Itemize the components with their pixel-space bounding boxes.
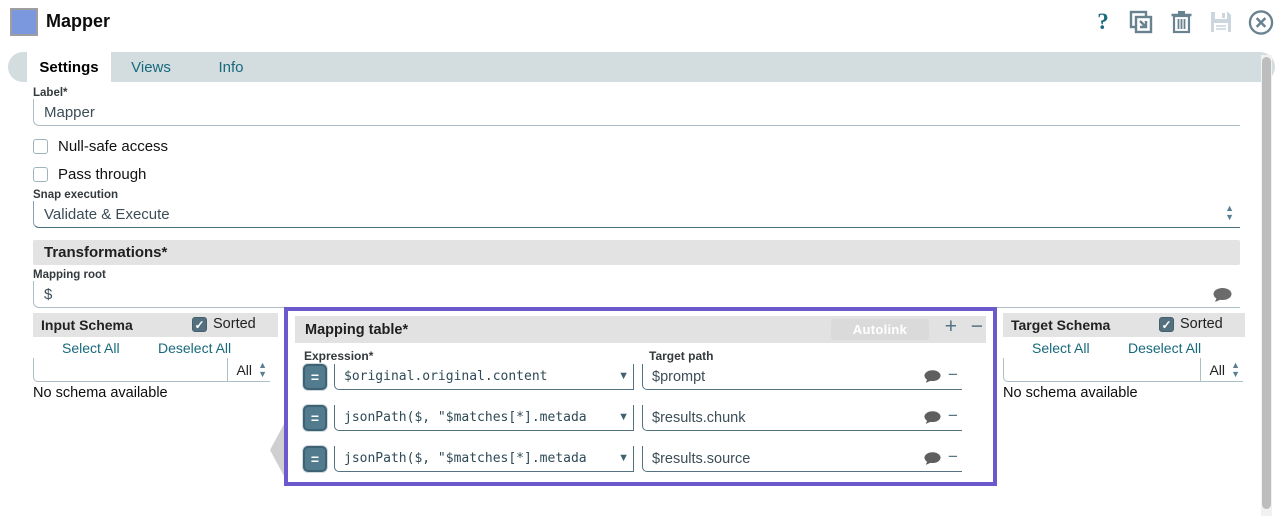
delete-row-icon[interactable]: − — [948, 447, 958, 467]
target-schema-empty-text: No schema available — [1003, 385, 1138, 401]
snap-execution-value[interactable] — [34, 206, 1240, 223]
mapping-table-title: Mapping table* — [305, 322, 408, 338]
autolink-button[interactable]: Autolink — [831, 319, 929, 340]
target-path-input[interactable] — [643, 364, 962, 389]
expression-input[interactable] — [335, 405, 633, 430]
expression-field: ▼ — [334, 405, 634, 431]
pass-through-checkbox[interactable] — [33, 167, 48, 182]
select-spinner-icon[interactable]: ▲▼ — [1225, 204, 1234, 222]
expression-dropdown-icon[interactable]: ▼ — [618, 411, 629, 423]
target-path-field — [642, 446, 962, 472]
snap-settings-dialog: Mapper ? — [0, 0, 1284, 516]
suggest-bubble-icon[interactable] — [1213, 288, 1232, 303]
add-row-button[interactable]: + — [945, 315, 957, 339]
tab-bar: Settings Views Info — [8, 52, 1275, 82]
input-select-all-link[interactable]: Select All — [62, 340, 120, 356]
target-schema-filter-input[interactable] — [1004, 362, 1200, 378]
help-icon[interactable]: ? — [1090, 9, 1116, 35]
expression-dropdown-icon[interactable]: ▼ — [618, 452, 629, 464]
input-schema-filter: All ▲▼ — [33, 358, 270, 382]
export-icon[interactable] — [1128, 9, 1154, 35]
suggest-bubble-icon[interactable] — [924, 452, 941, 466]
input-sorted-label: Sorted — [213, 316, 256, 332]
snap-execution-caption: Snap execution — [33, 189, 118, 201]
mapping-root-input[interactable] — [34, 286, 1240, 303]
input-schema-title: Input Schema — [41, 317, 133, 333]
expression-toggle-button[interactable]: = — [303, 364, 327, 390]
mapping-row: = ▼ − — [288, 405, 993, 432]
vertical-scrollbar[interactable] — [1261, 55, 1272, 516]
target-sorted-checkbox[interactable]: ✓ — [1159, 317, 1174, 332]
target-path-input[interactable] — [643, 446, 962, 471]
expression-dropdown-icon[interactable]: ▼ — [618, 370, 629, 382]
trash-icon[interactable] — [1168, 9, 1194, 35]
input-deselect-all-link[interactable]: Deselect All — [158, 340, 231, 356]
null-safe-checkbox[interactable] — [33, 139, 48, 154]
target-sorted-label: Sorted — [1180, 316, 1223, 332]
delete-row-icon[interactable]: − — [948, 406, 958, 426]
remove-row-button[interactable]: − — [971, 315, 983, 339]
suggest-bubble-icon[interactable] — [924, 370, 941, 384]
target-schema-filter-dropdown[interactable]: All ▲▼ — [1200, 358, 1243, 381]
expression-toggle-button[interactable]: = — [303, 405, 327, 431]
expression-column-header: Expression* — [304, 349, 373, 363]
suggest-bubble-icon[interactable] — [924, 411, 941, 425]
target-schema-header: Target Schema ✓ Sorted — [1003, 313, 1245, 337]
target-path-field — [642, 405, 962, 431]
save-icon[interactable] — [1208, 9, 1234, 35]
expression-toggle-button[interactable]: = — [303, 446, 327, 472]
input-schema-filter-input[interactable] — [34, 362, 227, 378]
filter-spinner-icon[interactable]: ▲▼ — [1231, 361, 1240, 379]
input-schema-filter-dropdown[interactable]: All ▲▼ — [227, 358, 270, 381]
input-schema-header: Input Schema ✓ Sorted — [33, 313, 278, 337]
input-sorted-checkbox[interactable]: ✓ — [192, 317, 207, 332]
target-path-column-header: Target path — [649, 349, 713, 363]
snap-icon — [10, 8, 38, 36]
filter-spinner-icon[interactable]: ▲▼ — [258, 361, 267, 379]
mapping-root-field — [33, 281, 1240, 308]
snap-execution-select[interactable]: ▲▼ — [33, 201, 1240, 228]
label-input[interactable] — [34, 104, 1240, 121]
target-select-all-link[interactable]: Select All — [1032, 340, 1090, 356]
collapse-panel-handle-icon[interactable] — [270, 424, 284, 476]
expression-input[interactable] — [335, 446, 633, 471]
mapping-row: = ▼ − — [288, 446, 993, 473]
null-safe-label: Null-safe access — [58, 138, 168, 155]
dialog-title: Mapper — [46, 11, 110, 32]
delete-row-icon[interactable]: − — [948, 365, 958, 385]
mapping-row: = ▼ − — [288, 364, 993, 391]
target-schema-title: Target Schema — [1011, 317, 1110, 333]
expression-field: ▼ — [334, 364, 634, 390]
input-schema-empty-text: No schema available — [33, 385, 168, 401]
mapping-root-caption: Mapping root — [33, 269, 106, 281]
target-path-input[interactable] — [643, 405, 962, 430]
tabbar-left-cap — [8, 52, 27, 82]
expression-input[interactable] — [335, 364, 633, 389]
label-field-caption: Label* — [33, 87, 68, 99]
transformations-section-header: Transformations* — [33, 240, 1240, 265]
mapping-table-panel: Mapping table* Autolink + − Expression* … — [284, 307, 997, 486]
close-icon[interactable] — [1248, 9, 1274, 35]
tab-views[interactable]: Views — [111, 52, 191, 82]
expression-field: ▼ — [334, 446, 634, 472]
tab-info[interactable]: Info — [191, 52, 271, 82]
target-schema-filter: All ▲▼ — [1003, 358, 1243, 382]
target-deselect-all-link[interactable]: Deselect All — [1128, 340, 1201, 356]
pass-through-label: Pass through — [58, 166, 146, 183]
scrollbar-thumb[interactable] — [1262, 57, 1271, 509]
target-path-field — [642, 364, 962, 390]
label-field — [33, 99, 1240, 126]
tab-settings[interactable]: Settings — [27, 52, 111, 82]
